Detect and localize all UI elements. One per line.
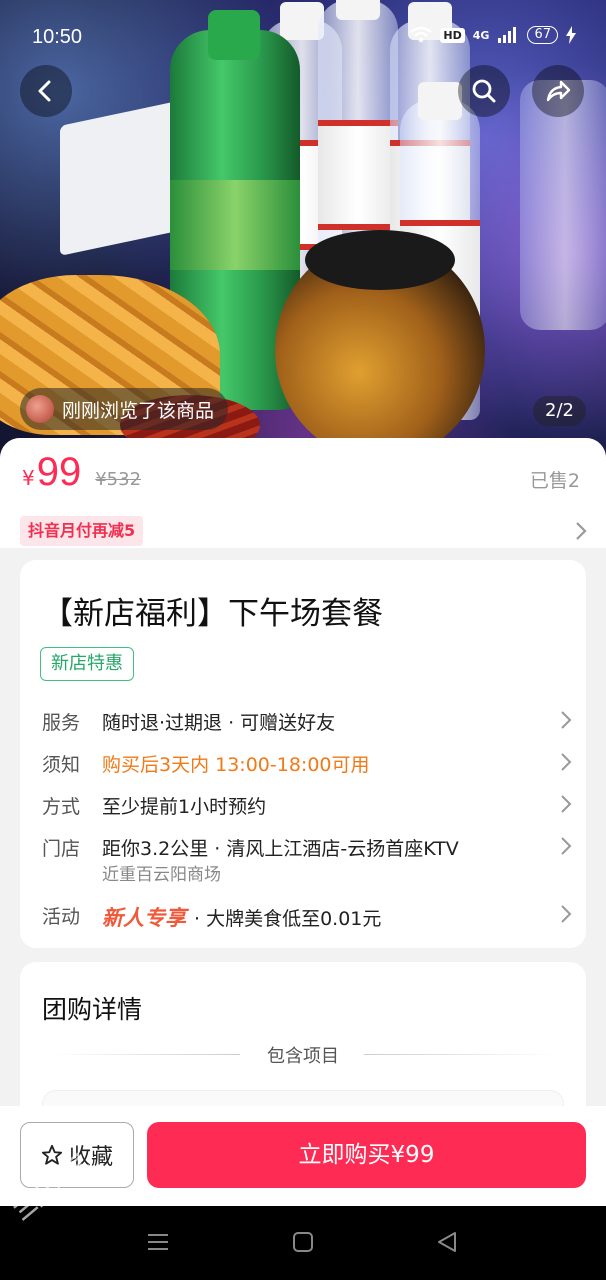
new-store-tag: 新店特惠 <box>40 647 134 681</box>
recently-viewed-text: 刚刚浏览了该商品 <box>62 399 215 422</box>
tea-pot <box>275 230 485 460</box>
row-label: 活动 <box>42 906 81 928</box>
chevron-right-icon <box>561 795 572 813</box>
recently-viewed-badge: 刚刚浏览了该商品 <box>20 388 229 430</box>
chevron-right-icon <box>561 837 572 855</box>
signal-icon <box>498 27 517 43</box>
chevron-right-icon <box>561 905 572 923</box>
avatar <box>26 395 54 423</box>
row-label: 须知 <box>42 754 81 776</box>
row-value: · 大牌美食低至0.01元 <box>194 908 382 930</box>
sold-count: 已售2 <box>529 470 580 492</box>
price-section: ¥ 99 ¥532 已售2 抖音月付再减5 <box>0 438 606 548</box>
product-info-card: 【新店福利】下午场套餐 新店特惠 服务 随时退·过期退 · 可赠送好友 须知 购… <box>20 560 586 948</box>
row-label: 服务 <box>42 712 81 734</box>
divider <box>364 1054 554 1055</box>
bottom-action-bar: 收藏 立即购买¥99 <box>0 1106 606 1206</box>
row-label: 方式 <box>42 796 81 818</box>
new-user-badge: 新人专享 <box>102 906 186 930</box>
system-navigation-bar <box>0 1206 606 1280</box>
image-pager: 2/2 <box>533 396 586 426</box>
chevron-right-icon[interactable] <box>574 520 588 542</box>
row-value: 购买后3天内 13:00-18:00可用 <box>102 754 370 776</box>
home-square-icon[interactable] <box>291 1230 315 1254</box>
chevron-right-icon <box>561 753 572 771</box>
search-button[interactable] <box>458 65 510 117</box>
payment-promo-badge[interactable]: 抖音月付再减5 <box>20 516 144 546</box>
charging-icon <box>566 26 576 44</box>
share-button[interactable] <box>532 65 584 117</box>
back-button[interactable] <box>20 65 72 117</box>
network-label: 4G <box>472 28 490 42</box>
original-price: ¥532 <box>95 469 142 490</box>
share-icon <box>546 80 571 102</box>
wifi-icon <box>410 26 433 43</box>
store-landmark: 近重百云阳商场 <box>102 865 221 885</box>
included-items-label: 包含项目 <box>267 1046 339 1067</box>
back-triangle-icon[interactable] <box>435 1230 459 1254</box>
buy-now-button[interactable]: 立即购买¥99 <box>147 1122 586 1188</box>
search-icon <box>472 79 496 103</box>
row-label: 门店 <box>42 838 81 860</box>
row-value: 距你3.2公里 · 清风上江酒店-云扬首座KTV <box>102 838 459 860</box>
chevron-right-icon <box>561 711 572 729</box>
row-value: 至少提前1小时预约 <box>102 796 267 818</box>
battery-indicator: 67 <box>527 26 558 44</box>
price: ¥ 99 ¥532 <box>22 450 141 495</box>
row-value: 随时退·过期退 · 可赠送好友 <box>102 712 336 734</box>
currency-symbol: ¥ <box>22 466 35 490</box>
clock: 10:50 <box>32 26 83 48</box>
current-price: 99 <box>36 450 82 494</box>
product-title: 【新店福利】下午场套餐 <box>42 596 383 632</box>
hd-badge: HD <box>440 27 465 43</box>
back-arrow-icon <box>38 80 51 102</box>
glass-cups <box>520 80 606 330</box>
detail-heading: 团购详情 <box>42 995 143 1024</box>
status-bar: 10:50 HD 4G 67 <box>0 0 606 76</box>
menu-icon[interactable] <box>146 1230 170 1254</box>
